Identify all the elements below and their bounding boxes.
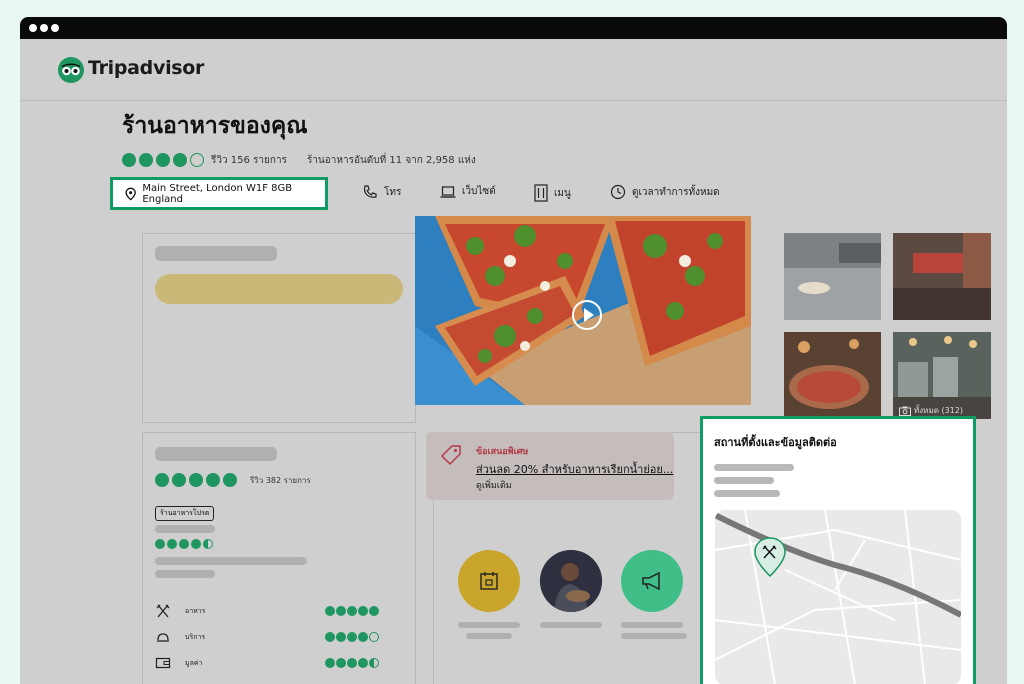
skeleton-line bbox=[621, 622, 683, 628]
location-pin-icon bbox=[125, 187, 136, 201]
website-link[interactable]: เว็บไซต์ bbox=[440, 184, 496, 199]
category-row-food: อาหาร bbox=[155, 603, 385, 619]
rating-bubble bbox=[167, 539, 177, 549]
skeleton-line bbox=[155, 246, 277, 261]
category-label: บริการ bbox=[185, 633, 206, 641]
rating-bubble bbox=[223, 473, 237, 487]
location-contact-panel: สถานที่ตั้งและข้อมูลติดต่อ bbox=[700, 416, 976, 684]
window-titlebar bbox=[20, 17, 1007, 39]
category-row-service: บริการ bbox=[155, 629, 385, 645]
phone-label: โทร bbox=[384, 186, 402, 198]
skeleton-line bbox=[155, 447, 277, 461]
rating-bubble bbox=[179, 539, 189, 549]
wallet-icon bbox=[155, 657, 171, 669]
map-pin-icon[interactable] bbox=[753, 536, 787, 578]
skeleton-line bbox=[466, 633, 512, 639]
musician-circle[interactable] bbox=[540, 550, 602, 612]
location-map[interactable] bbox=[715, 510, 961, 684]
category-row-value: มูลค่า bbox=[155, 655, 385, 671]
rating-bubble bbox=[155, 539, 165, 549]
category-rating bbox=[325, 606, 380, 616]
rating-bubble-half bbox=[203, 539, 213, 549]
favorite-badge: ร้านอาหารโปรด bbox=[155, 506, 215, 521]
rating-bubble bbox=[191, 539, 201, 549]
menu-link[interactable]: เมนู bbox=[534, 184, 571, 202]
rating-bubble bbox=[172, 473, 186, 487]
special-offer-card[interactable]: ข้อเสนอพิเศษ ส่วนลด 20% สำหรับอาหารเรียก… bbox=[426, 432, 674, 500]
camera-icon bbox=[899, 406, 911, 416]
rating-bubble bbox=[189, 473, 203, 487]
review-count[interactable]: รีวิว 156 รายการ bbox=[211, 153, 287, 168]
website-label: เว็บไซต์ bbox=[462, 186, 496, 197]
category-rating bbox=[325, 658, 380, 668]
ranking-text[interactable]: ร้านอาหารอันดับที่ 11 จาก 2,958 แห่ง bbox=[307, 153, 476, 168]
main-food-photo[interactable] bbox=[415, 216, 751, 405]
pizza-table-photo bbox=[784, 332, 881, 419]
offer-more-link[interactable]: ดูเพิ่มเติม bbox=[476, 478, 512, 492]
announcement-circle[interactable] bbox=[621, 550, 683, 612]
tripadvisor-owl-icon[interactable] bbox=[58, 57, 84, 83]
rating-bubble-empty bbox=[190, 153, 204, 167]
window-control-dot[interactable] bbox=[51, 24, 59, 32]
reservation-circle[interactable] bbox=[458, 550, 520, 612]
rating-bubble bbox=[155, 473, 169, 487]
menu-icon bbox=[534, 184, 548, 202]
calendar-icon bbox=[480, 572, 498, 590]
window-control-dot[interactable] bbox=[29, 24, 37, 32]
skeleton-line bbox=[155, 557, 307, 565]
offer-title: ข้อเสนอพิเศษ bbox=[476, 447, 529, 457]
address-text: Main Street, London W1F 8GB England bbox=[142, 182, 293, 205]
skeleton-line bbox=[155, 570, 215, 578]
sub-rating bbox=[155, 539, 215, 549]
restaurant-interior-photo bbox=[893, 233, 991, 320]
restaurant-rating: รีวิว 156 รายการ ร้านอาหารอันดับที่ 11 จ… bbox=[122, 152, 476, 168]
category-rating bbox=[325, 632, 380, 642]
site-header: Tripadvisor bbox=[20, 39, 1007, 101]
offer-link[interactable]: ส่วนลด 20% สำหรับอาหารเรียกน้ำย่อย... bbox=[476, 460, 673, 478]
skeleton-line bbox=[714, 477, 774, 484]
thumbnail-photo[interactable] bbox=[893, 233, 991, 320]
skeleton-line bbox=[714, 490, 780, 497]
megaphone-icon bbox=[642, 571, 660, 591]
clock-icon bbox=[610, 184, 626, 200]
address-link[interactable]: Main Street, London W1F 8GB England bbox=[110, 177, 328, 210]
reserve-button-placeholder[interactable] bbox=[155, 274, 403, 304]
window-control-dot[interactable] bbox=[40, 24, 48, 32]
musician-photo bbox=[540, 550, 602, 612]
price-tag-icon bbox=[440, 445, 461, 466]
restaurant-title: ร้านอาหารของคุณ bbox=[122, 113, 308, 139]
play-video-icon[interactable] bbox=[572, 300, 602, 330]
phone-link[interactable]: โทร bbox=[362, 184, 401, 200]
thumbnail-photo[interactable] bbox=[784, 332, 881, 419]
skeleton-line bbox=[714, 464, 794, 471]
thumbnail-photo[interactable]: ทั้งหมด (312) bbox=[893, 332, 991, 419]
skeleton-line bbox=[540, 622, 602, 628]
menu-label: เมนู bbox=[554, 187, 571, 199]
booking-panel-placeholder bbox=[142, 233, 416, 423]
kitchen-photo bbox=[784, 233, 881, 320]
hours-link[interactable]: ดูเวลาทำการทั้งหมด bbox=[610, 184, 720, 200]
rating-bubble bbox=[173, 153, 187, 167]
overall-rating: รีวิว 382 รายการ bbox=[155, 473, 311, 487]
fork-knife-icon bbox=[156, 604, 170, 618]
street-map bbox=[715, 510, 961, 684]
rating-bubble bbox=[156, 153, 170, 167]
skeleton-line bbox=[621, 633, 687, 639]
thumbnail-photo[interactable] bbox=[784, 233, 881, 320]
review-count[interactable]: รีวิว 382 รายการ bbox=[250, 474, 311, 487]
category-label: มูลค่า bbox=[185, 659, 203, 667]
skeleton-line bbox=[155, 525, 215, 533]
ratings-panel: รีวิว 382 รายการ ร้านอาหารโปรด อาหาร บริ… bbox=[142, 432, 416, 684]
rating-bubble bbox=[139, 153, 153, 167]
laptop-icon bbox=[440, 185, 456, 198]
skeleton-line bbox=[458, 622, 520, 628]
hours-label: ดูเวลาทำการทั้งหมด bbox=[632, 186, 720, 198]
service-bell-icon bbox=[157, 633, 169, 642]
phone-icon bbox=[363, 185, 377, 198]
rating-bubble bbox=[122, 153, 136, 167]
contact-title: สถานที่ตั้งและข้อมูลติดต่อ bbox=[714, 436, 837, 449]
rating-bubble bbox=[206, 473, 220, 487]
brand-logo-text[interactable]: Tripadvisor bbox=[88, 57, 204, 79]
category-label: อาหาร bbox=[185, 607, 206, 615]
